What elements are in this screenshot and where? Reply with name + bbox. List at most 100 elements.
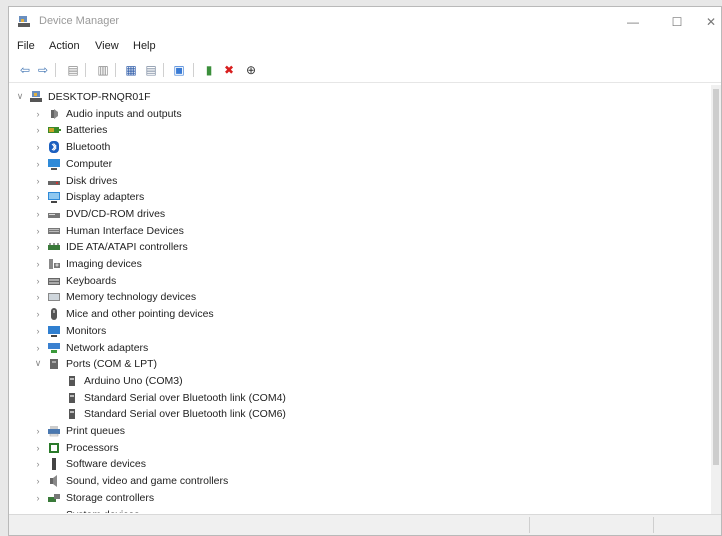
properties-icon[interactable]: ▤: [65, 62, 81, 78]
title-bar[interactable]: Device Manager — ☐ ✕: [9, 7, 721, 37]
tree-category[interactable]: › Mice and other pointing devices: [33, 305, 214, 322]
vertical-scrollbar[interactable]: [711, 85, 721, 515]
expand-chevron-icon[interactable]: ›: [33, 510, 43, 514]
tree-category[interactable]: ∨ Ports (COM & LPT): [33, 355, 157, 372]
menu-view[interactable]: View: [95, 40, 119, 52]
expand-chevron-icon[interactable]: ›: [33, 242, 43, 252]
menu-help[interactable]: Help: [133, 40, 156, 52]
expand-chevron-icon[interactable]: ›: [33, 292, 43, 302]
tree-root[interactable]: ∨ DESKTOP-RNQR01F: [15, 88, 151, 105]
device-manager-window: Device Manager — ☐ ✕ File Action View He…: [8, 6, 722, 536]
scrollbar-thumb[interactable]: [713, 89, 719, 465]
tree-device[interactable]: Standard Serial over Bluetooth link (COM…: [51, 405, 286, 422]
toolbar: ⇦ ⇨ ▤ ▥ ▦ ▤ ▣ ▮ ✖ ⊕: [9, 58, 721, 83]
tree-category[interactable]: › Human Interface Devices: [33, 222, 184, 239]
tree-category[interactable]: › System devices: [33, 506, 140, 513]
expand-chevron-icon[interactable]: ›: [33, 159, 43, 169]
status-divider: [653, 517, 654, 533]
tree-node-label: Storage controllers: [66, 491, 155, 504]
tree-category[interactable]: › Batteries: [33, 121, 108, 138]
tree-node-label: DESKTOP-RNQR01F: [48, 90, 151, 103]
tree-category[interactable]: › Computer: [33, 155, 112, 172]
expand-chevron-icon[interactable]: ›: [33, 226, 43, 236]
port-icon: [47, 358, 61, 370]
sound-icon: [47, 474, 61, 487]
computer-icon: [47, 158, 61, 170]
expand-chevron-icon[interactable]: ›: [33, 326, 43, 336]
computer-root-icon: [29, 90, 43, 103]
menu-action[interactable]: Action: [49, 40, 80, 52]
camera-icon: [47, 258, 61, 270]
tree-category[interactable]: › Sound, video and game controllers: [33, 472, 228, 489]
tree-category[interactable]: › Memory technology devices: [33, 288, 197, 305]
storage-icon: [47, 492, 61, 504]
update-driver-icon[interactable]: ▦: [123, 62, 139, 78]
tree-node-label: Imaging devices: [66, 257, 142, 270]
tree-node-label: Bluetooth: [66, 140, 111, 153]
view-icon[interactable]: ▤: [143, 62, 159, 78]
tree-category[interactable]: › Bluetooth: [33, 138, 110, 155]
tree-node-label: Arduino Uno (COM3): [84, 374, 183, 387]
expand-chevron-icon[interactable]: ›: [33, 426, 43, 436]
expand-chevron-icon[interactable]: ›: [33, 343, 43, 353]
toolbar-separator: [193, 63, 194, 77]
enable-device-icon[interactable]: ▮: [201, 62, 217, 78]
tree-category[interactable]: › Software devices: [33, 455, 146, 472]
expand-chevron-icon[interactable]: ›: [33, 476, 43, 486]
tree-category[interactable]: › IDE ATA/ATAPI controllers: [33, 238, 188, 255]
tree-node-label: DVD/CD-ROM drives: [66, 207, 166, 220]
scan-hardware-icon[interactable]: ▣: [171, 62, 187, 78]
expand-chevron-icon[interactable]: ›: [33, 109, 43, 119]
tree-device[interactable]: Arduino Uno (COM3): [51, 372, 183, 389]
expand-chevron-icon[interactable]: ›: [33, 142, 43, 152]
tree-category[interactable]: › DVD/CD-ROM drives: [33, 205, 166, 222]
tree-category[interactable]: › Imaging devices: [33, 255, 142, 272]
expand-chevron-icon[interactable]: ›: [33, 176, 43, 186]
tree-node-label: Software devices: [66, 457, 146, 470]
tree-node-label: Network adapters: [66, 341, 149, 354]
tree-category[interactable]: › Disk drives: [33, 172, 118, 189]
download-icon[interactable]: ⊕: [243, 62, 259, 78]
tree-category[interactable]: › Keyboards: [33, 272, 117, 289]
expand-chevron-icon[interactable]: ›: [33, 209, 43, 219]
expand-chevron-icon[interactable]: ›: [33, 443, 43, 453]
tree-node-label: Memory technology devices: [66, 290, 197, 303]
tree-node-label: Sound, video and game controllers: [66, 474, 229, 487]
tree-node-label: Processors: [66, 441, 119, 454]
back-arrow-icon[interactable]: ⇦: [17, 62, 33, 78]
port-device-icon: [65, 375, 79, 387]
ide-icon: [47, 241, 61, 253]
tree-category[interactable]: › Processors: [33, 439, 119, 456]
forward-arrow-icon[interactable]: ⇨: [35, 62, 51, 78]
tree-category[interactable]: › Display adapters: [33, 188, 144, 205]
tree-node-label: Batteries: [66, 123, 108, 136]
expand-chevron-icon[interactable]: ›: [33, 276, 43, 286]
expand-chevron-icon[interactable]: ›: [33, 309, 43, 319]
tree-device[interactable]: Standard Serial over Bluetooth link (COM…: [51, 389, 286, 406]
tree-category[interactable]: › Audio inputs and outputs: [33, 105, 182, 122]
tree-node-label: Mice and other pointing devices: [66, 307, 214, 320]
expand-chevron-icon[interactable]: ›: [33, 493, 43, 503]
status-bar: [9, 514, 721, 535]
collapse-chevron-icon[interactable]: ∨: [33, 358, 43, 369]
uninstall-icon[interactable]: ✖: [221, 62, 237, 78]
processor-icon: [47, 442, 61, 454]
menu-file[interactable]: File: [17, 40, 35, 52]
tree-node-label: Print queues: [66, 424, 125, 437]
tree-category[interactable]: › Print queues: [33, 422, 125, 439]
expand-chevron-icon[interactable]: ›: [33, 125, 43, 135]
software-icon: [47, 457, 61, 470]
tree-category[interactable]: › Storage controllers: [33, 489, 155, 506]
tree-node-label: Standard Serial over Bluetooth link (COM…: [84, 407, 286, 420]
tree-category[interactable]: › Monitors: [33, 322, 106, 339]
tree-node-label: System devices: [66, 509, 140, 514]
expand-chevron-icon[interactable]: ›: [33, 459, 43, 469]
expand-chevron-icon[interactable]: ›: [33, 259, 43, 269]
tree-category[interactable]: › Network adapters: [33, 339, 149, 356]
close-button[interactable]: ✕: [699, 7, 721, 37]
expand-chevron-icon[interactable]: ›: [33, 192, 43, 202]
collapse-chevron-icon[interactable]: ∨: [15, 91, 25, 102]
maximize-button[interactable]: ☐: [655, 7, 699, 37]
minimize-button[interactable]: —: [611, 7, 655, 37]
help-icon[interactable]: ▥: [95, 62, 111, 78]
